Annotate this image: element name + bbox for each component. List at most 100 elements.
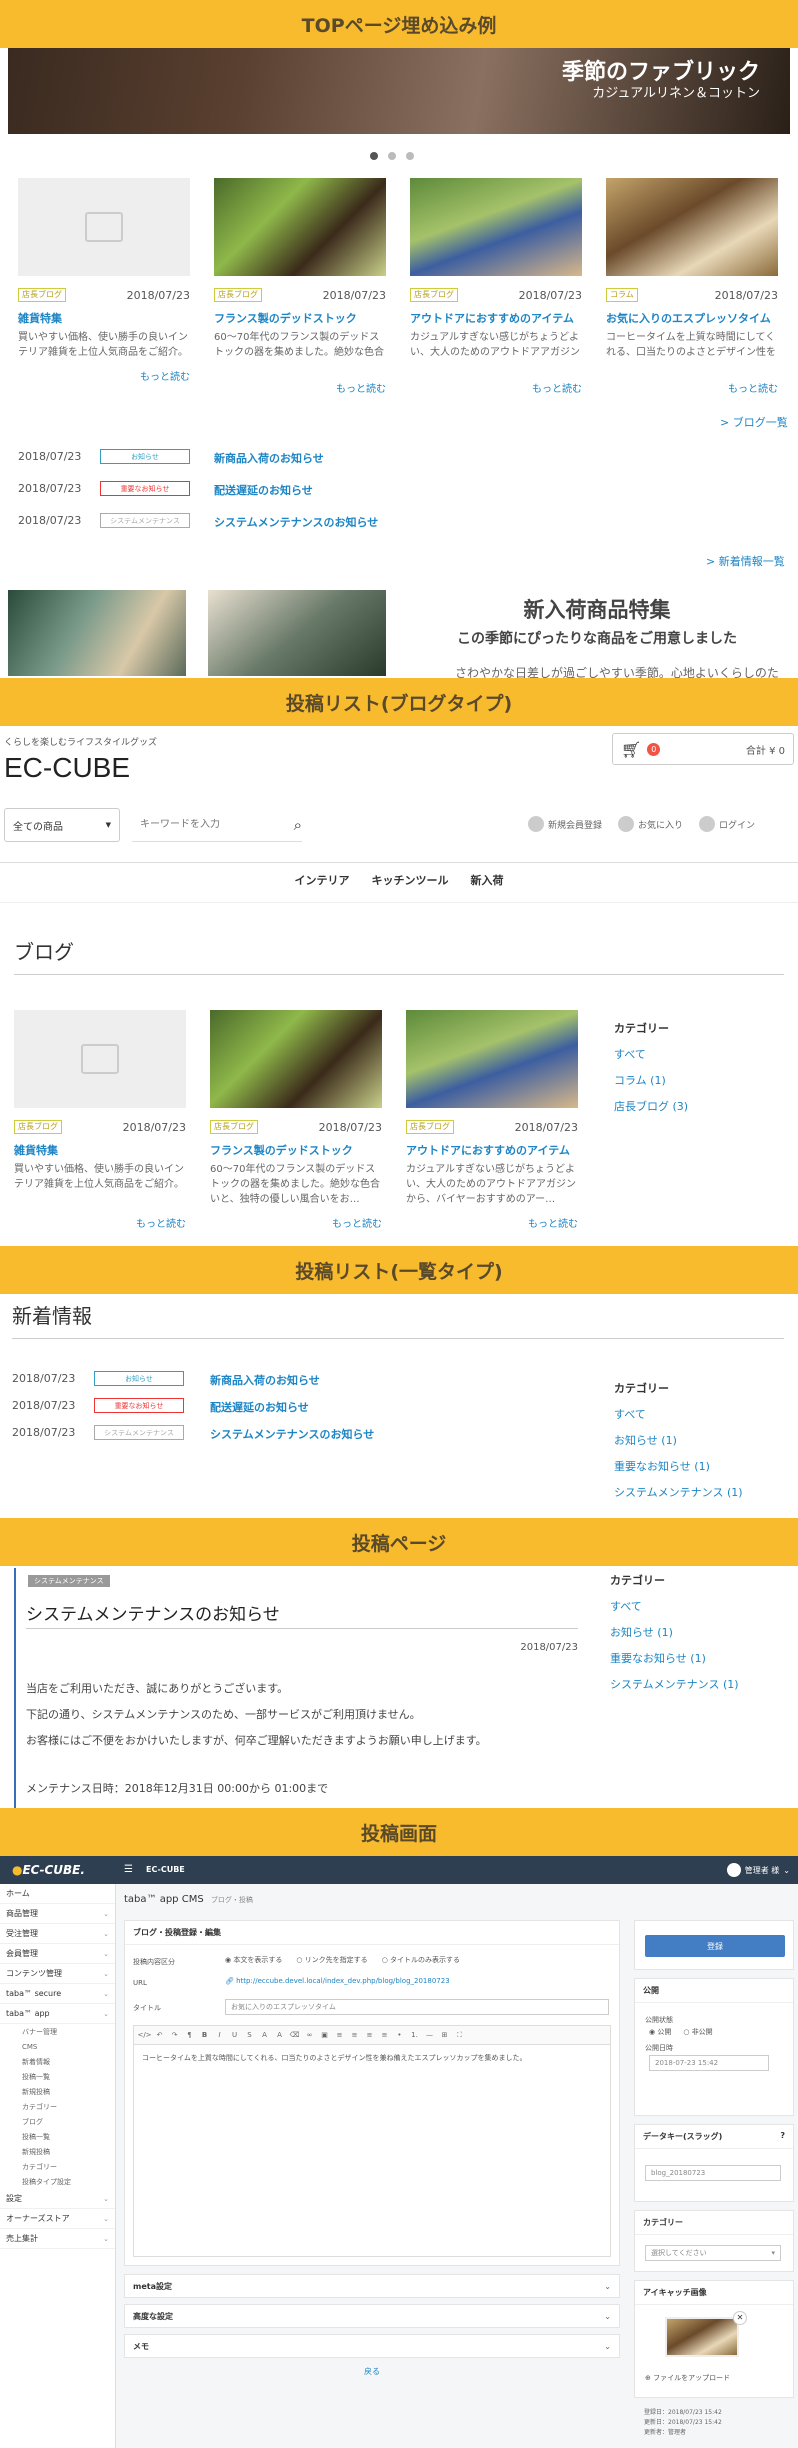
category-item[interactable]: 重要なお知らせ (1) [610,1650,739,1666]
card-tag[interactable]: 店長ブログ [14,1120,62,1134]
card-title[interactable]: アウトドアにおすすめのアイテム [406,1142,578,1158]
admin-logo[interactable]: ●EC-CUBE. [12,1863,85,1877]
collapsible-section[interactable]: 高度な設定 ⌄ [124,2304,620,2328]
category-item[interactable]: コラム (1) [614,1072,688,1088]
sidebar-subitem[interactable]: 投稿一覧 [0,2129,115,2144]
category-item[interactable]: 重要なお知らせ (1) [614,1458,743,1474]
undo-icon[interactable]: ↶ [152,2028,167,2042]
underline-icon[interactable]: U [227,2028,242,2042]
radio-private[interactable]: ○ 非公開 [683,2027,712,2037]
feature-image-1[interactable] [8,590,186,676]
title-input[interactable]: お気に入りのエスプレッソタイム [225,1999,609,2015]
slider-dot-active[interactable] [370,152,378,160]
card-tag[interactable]: 店長ブログ [210,1120,258,1134]
sidebar-item[interactable]: ホーム [0,1884,115,1904]
category-item[interactable]: 店長ブログ (3) [614,1098,688,1114]
card-read-more[interactable]: もっと読む [606,380,778,395]
card-image[interactable] [210,1010,382,1108]
collapsible-section[interactable]: メモ ⌄ [124,2334,620,2358]
sidebar-item[interactable]: 設定 ⌄ [0,2189,115,2209]
card-image[interactable] [214,178,386,276]
news-title[interactable]: 新商品入荷のお知らせ [214,450,324,466]
card-title[interactable]: アウトドアにおすすめのアイテム [410,310,582,326]
list-ul-icon[interactable]: • [392,2028,407,2042]
admin-shop-name[interactable]: EC-CUBE [146,1865,185,1874]
fullscreen-icon[interactable]: ⛶ [452,2028,467,2042]
card-tag[interactable]: 店長ブログ [410,288,458,302]
news-badge[interactable]: 重要なお知らせ [100,481,190,496]
help-icon[interactable]: ? [780,2131,785,2142]
radio-title-only[interactable]: ○ タイトルのみ表示する [382,1955,460,1965]
card-tag[interactable]: コラム [606,288,638,302]
category-item[interactable]: すべて [614,1046,688,1062]
strike-icon[interactable]: S [242,2028,257,2042]
news-badge[interactable]: 重要なお知らせ [94,1398,184,1413]
card-tag[interactable]: 店長ブログ [18,288,66,302]
card-title[interactable]: フランス製のデッドストック [210,1142,382,1158]
category-select[interactable]: 全ての商品 ▼ [4,808,120,842]
back-link[interactable]: 戻る [124,2366,620,2377]
search-input[interactable] [140,819,260,830]
radio-public[interactable]: ◉ 公開 [649,2027,671,2037]
source-icon[interactable]: </> [137,2028,152,2042]
cart-button[interactable]: 🛒︎ 0 合計 ¥ 0 [612,733,794,765]
card-image[interactable] [18,178,190,276]
favorite-link[interactable]: お気に入り [618,816,683,832]
sidebar-item[interactable]: オーナーズストア ⌄ [0,2209,115,2229]
sidebar-subitem[interactable]: 投稿一覧 [0,2069,115,2084]
category-item[interactable]: お知らせ (1) [614,1432,743,1448]
datakey-input[interactable]: blog_20180723 [645,2165,781,2181]
category-item[interactable]: お知らせ (1) [610,1624,739,1640]
card-title[interactable]: 雑貨特集 [14,1142,186,1158]
font-color-icon[interactable]: A [257,2028,272,2042]
highlight-icon[interactable]: A [272,2028,287,2042]
card-read-more[interactable]: もっと読む [406,1215,578,1230]
clear-format-icon[interactable]: ⌫ [287,2028,302,2042]
slider-dot[interactable] [388,152,396,160]
card-title[interactable]: フランス製のデッドストック [214,310,386,326]
news-title[interactable]: システムメンテナンスのお知らせ [214,514,378,530]
justify-icon[interactable]: ≡ [377,2028,392,2042]
redo-icon[interactable]: ↷ [167,2028,182,2042]
news-badge[interactable]: お知らせ [100,449,190,464]
card-read-more[interactable]: もっと読む [14,1215,186,1230]
news-badge[interactable]: システムメンテナンス [100,513,190,528]
news-title[interactable]: 配送遅延のお知らせ [214,482,313,498]
card-read-more[interactable]: もっと読む [410,380,582,395]
news-title[interactable]: 新商品入荷のお知らせ [210,1372,320,1388]
align-right-icon[interactable]: ≡ [362,2028,377,2042]
card-title[interactable]: 雑貨特集 [18,310,190,326]
editor-body[interactable]: コーヒータイムを上質な時間にしてくれる、口当たりのよさとデザイン性を兼ね備えたエ… [133,2045,611,2257]
radio-show-body[interactable]: ◉ 本文を表示する [225,1955,282,1965]
shop-logo[interactable]: EC-CUBE [4,752,130,784]
sidebar-item[interactable]: taba™ secure ⌄ [0,1984,115,2004]
sidebar-subitem[interactable]: 新規投稿 [0,2084,115,2099]
news-title[interactable]: システムメンテナンスのお知らせ [210,1426,374,1442]
sidebar-item[interactable]: 商品管理 ⌄ [0,1904,115,1924]
card-title[interactable]: お気に入りのエスプレッソタイム [606,310,778,326]
italic-icon[interactable]: I [212,2028,227,2042]
card-tag[interactable]: 店長ブログ [406,1120,454,1134]
sidebar-item[interactable]: コンテンツ管理 ⌄ [0,1964,115,1984]
card-image[interactable] [14,1010,186,1108]
sidebar-subitem[interactable]: CMS [0,2039,115,2054]
nav-item-interior[interactable]: インテリア [295,872,350,888]
blog-all-link[interactable]: > ブログ一覧 [720,414,788,430]
card-tag[interactable]: 店長ブログ [214,288,262,302]
image-icon[interactable]: ▣ [317,2028,332,2042]
menu-icon[interactable]: ☰ [124,1864,133,1875]
category-item[interactable]: すべて [610,1598,739,1614]
sidebar-subitem[interactable]: 新着情報 [0,2054,115,2069]
table-icon[interactable]: ⊞ [437,2028,452,2042]
sidebar-item[interactable]: taba™ app ⌄ [0,2004,115,2024]
url-link[interactable]: 🔗︎ http://eccube.devel.local/index_dev.p… [225,1977,450,1985]
news-all-link[interactable]: > 新着情報一覧 [706,553,785,569]
card-image[interactable] [606,178,778,276]
paragraph-icon[interactable]: ¶ [182,2028,197,2042]
sidebar-subitem[interactable]: 投稿タイプ設定 [0,2174,115,2189]
close-icon[interactable]: ✕ [733,2311,747,2325]
card-read-more[interactable]: もっと読む [210,1215,382,1230]
sidebar-subitem[interactable]: カテゴリー [0,2099,115,2114]
search-icon[interactable]: ⌕ [294,816,302,834]
category-item[interactable]: システムメンテナンス (1) [614,1484,743,1500]
